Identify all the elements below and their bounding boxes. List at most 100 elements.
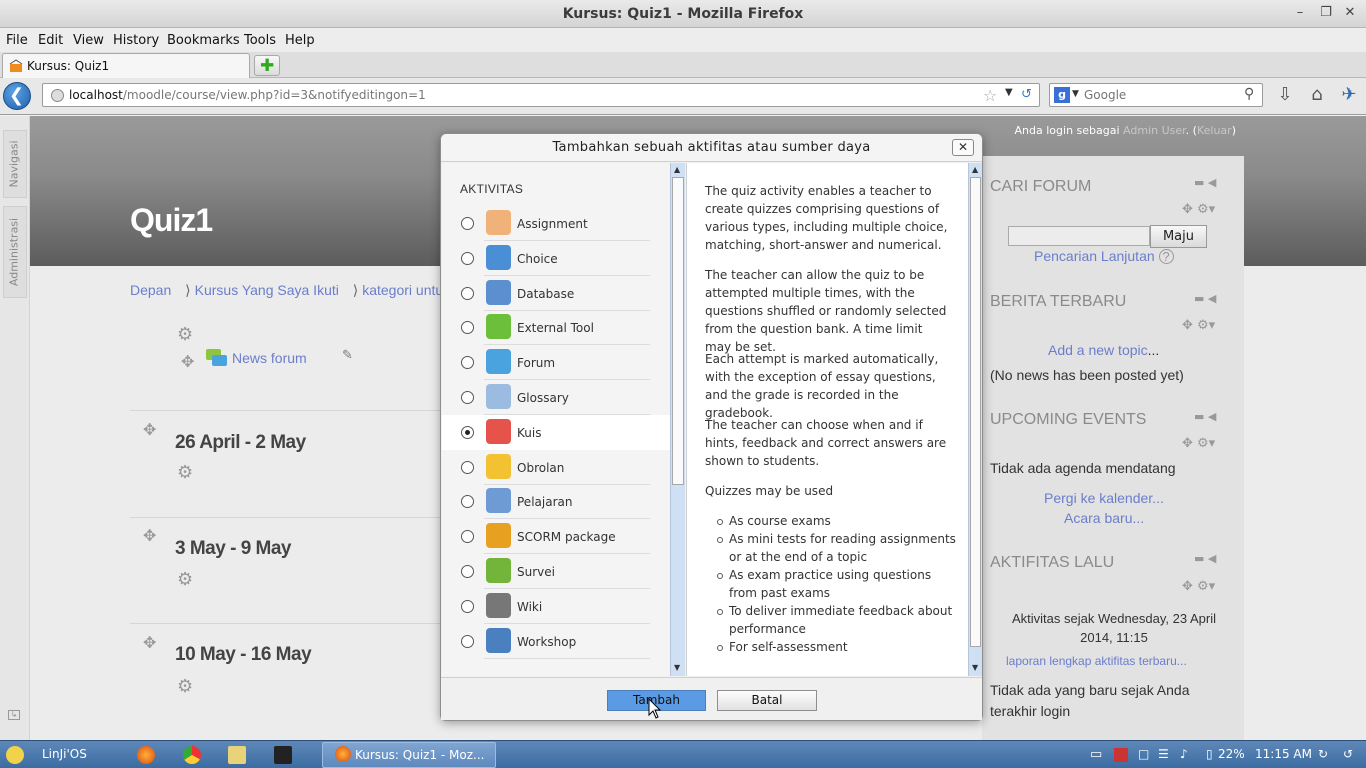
search-bar[interactable]: g ▼ ⚲ xyxy=(1049,83,1263,107)
activity-option-choice[interactable]: Choice xyxy=(442,241,671,276)
activity-radio[interactable] xyxy=(461,286,474,300)
scroll-down-icon[interactable]: ▼ xyxy=(674,663,680,672)
cancel-button[interactable]: Batal xyxy=(717,690,817,711)
breadcrumb-home[interactable]: Depan xyxy=(130,282,171,298)
scroll-down-icon[interactable]: ▼ xyxy=(972,663,978,672)
block-move-gear-icon[interactable]: ✥ ⚙▾ xyxy=(1182,202,1215,217)
scroll-up-icon[interactable]: ▲ xyxy=(674,165,680,174)
activity-radio[interactable] xyxy=(461,425,474,439)
logout-link[interactable]: Keluar xyxy=(1197,124,1232,137)
advanced-search-link[interactable]: Pencarian Lanjutan ? xyxy=(1034,248,1174,264)
downloads-icon[interactable]: ⇩ xyxy=(1273,84,1297,108)
tab-kursus-quiz1[interactable]: Kursus: Quiz1 xyxy=(2,53,250,78)
new-tab-button[interactable]: ✚ xyxy=(254,55,280,76)
tray-update-icon[interactable]: ↻ xyxy=(1318,747,1328,761)
activity-radio[interactable] xyxy=(461,356,474,370)
url-bar[interactable]: localhost/moodle/course/view.php?id=3&no… xyxy=(42,83,1040,107)
activity-radio[interactable] xyxy=(461,321,474,335)
scrollbar-thumb[interactable] xyxy=(672,177,684,485)
terminal-launcher-icon[interactable] xyxy=(274,746,292,764)
activity-option-pelajaran[interactable]: Pelajaran xyxy=(442,484,671,520)
menu-help[interactable]: Help xyxy=(285,33,315,48)
activity-radio[interactable] xyxy=(461,391,474,404)
engine-dropdown-icon[interactable]: ▼ xyxy=(1072,89,1079,99)
tray-power-icon[interactable]: ↺ xyxy=(1343,747,1353,761)
google-engine-icon[interactable]: g xyxy=(1054,87,1070,103)
addon-icon[interactable]: ✈ xyxy=(1337,84,1361,108)
menu-view[interactable]: View xyxy=(73,33,104,48)
site-identity-icon[interactable] xyxy=(51,89,64,102)
breadcrumb-category[interactable]: kategori untuk xyxy=(362,282,450,298)
restore-icon[interactable]: ❐ xyxy=(1316,4,1336,22)
activity-radio[interactable] xyxy=(461,495,474,509)
activity-list-scrollbar[interactable]: ▲ ▼ xyxy=(670,163,685,676)
edit-pencil-icon[interactable]: ✎ xyxy=(342,348,353,363)
block-hide-icon[interactable]: ▬ ◀ xyxy=(1194,292,1216,305)
start-menu-icon[interactable] xyxy=(6,746,24,764)
activity-radio[interactable] xyxy=(461,634,474,648)
move-icon[interactable]: ✥ xyxy=(143,420,156,439)
home-icon[interactable]: ⌂ xyxy=(1305,84,1329,108)
activity-option-forum[interactable]: Forum xyxy=(442,345,671,381)
tray-wifi-icon[interactable]: ☰ xyxy=(1158,747,1169,761)
activity-option-external-tool[interactable]: External Tool xyxy=(442,310,671,346)
activity-radio[interactable] xyxy=(461,217,474,230)
dock-tab-navigasi[interactable]: Navigasi xyxy=(3,130,27,198)
menu-tools[interactable]: Tools xyxy=(244,33,276,48)
block-hide-icon[interactable]: ▬ ◀ xyxy=(1194,552,1216,565)
scrollbar-thumb[interactable] xyxy=(970,177,981,647)
section-gear-icon[interactable]: ⚙ xyxy=(177,462,193,483)
tray-clipboard-icon[interactable]: □ xyxy=(1138,747,1149,761)
start-label[interactable]: LinJi'OS xyxy=(42,747,87,761)
menu-bookmarks[interactable]: Bookmarks xyxy=(167,33,240,48)
activity-radio[interactable] xyxy=(461,251,474,265)
activity-radio[interactable] xyxy=(461,565,474,578)
activity-option-wiki[interactable]: Wiki xyxy=(442,589,671,624)
move-icon[interactable]: ✥ xyxy=(181,352,194,371)
login-user-link[interactable]: Admin User xyxy=(1123,124,1186,137)
description-scrollbar[interactable]: ▲ ▼ xyxy=(968,163,982,676)
taskbar-window-firefox[interactable]: Kursus: Quiz1 - Moz... xyxy=(322,742,496,768)
activity-option-scorm-package[interactable]: SCORM package xyxy=(442,519,671,555)
forum-search-button[interactable]: Maju xyxy=(1150,225,1207,248)
minimize-icon[interactable]: – xyxy=(1290,4,1310,22)
activity-option-assignment[interactable]: Assignment xyxy=(442,206,671,241)
tray-display-icon[interactable]: ▭ xyxy=(1090,747,1102,762)
back-button[interactable]: ❮ xyxy=(3,82,31,110)
section-gear-icon[interactable]: ⚙ xyxy=(177,324,193,345)
activity-radio[interactable] xyxy=(461,530,474,544)
section-gear-icon[interactable]: ⚙ xyxy=(177,569,193,590)
search-icon[interactable]: ⚲ xyxy=(1244,86,1254,102)
new-event-link[interactable]: Acara baru... xyxy=(1064,510,1144,526)
activity-radio[interactable] xyxy=(461,599,474,613)
block-move-gear-icon[interactable]: ✥ ⚙▾ xyxy=(1182,436,1215,451)
files-launcher-icon[interactable] xyxy=(228,746,246,764)
url-text[interactable]: localhost/moodle/course/view.php?id=3&no… xyxy=(69,88,426,102)
help-icon[interactable]: ? xyxy=(1158,249,1174,264)
scroll-up-icon[interactable]: ▲ xyxy=(972,165,978,174)
move-icon[interactable]: ✥ xyxy=(143,633,156,652)
dock-toggle-icon[interactable]: ↳ xyxy=(8,710,20,720)
url-dropdown-icon[interactable]: ▼ xyxy=(1005,87,1013,98)
activity-radio[interactable] xyxy=(461,460,474,474)
menu-file[interactable]: File xyxy=(6,33,28,48)
menu-history[interactable]: History xyxy=(113,33,159,48)
bookmark-star-icon[interactable]: ☆ xyxy=(983,86,997,105)
tray-volume-icon[interactable]: ♪ xyxy=(1180,747,1188,761)
section-gear-icon[interactable]: ⚙ xyxy=(177,676,193,697)
menu-edit[interactable]: Edit xyxy=(38,33,63,48)
block-hide-icon[interactable]: ▬ ◀ xyxy=(1194,176,1216,189)
dock-tab-administrasi[interactable]: Administrasi xyxy=(3,206,27,298)
activity-option-obrolan[interactable]: Obrolan xyxy=(442,450,671,485)
firefox-launcher-icon[interactable] xyxy=(137,746,155,764)
tray-battery-icon[interactable]: ▯ xyxy=(1206,747,1213,761)
activity-option-workshop[interactable]: Workshop xyxy=(442,624,671,659)
block-hide-icon[interactable]: ▬ ◀ xyxy=(1194,410,1216,423)
news-forum-link[interactable]: News forum xyxy=(232,350,307,366)
go-to-calendar-link[interactable]: Pergi ke kalender... xyxy=(1044,490,1164,506)
dialog-close-button[interactable]: ✕ xyxy=(952,139,974,156)
forum-search-input[interactable] xyxy=(1008,226,1150,246)
move-icon[interactable]: ✥ xyxy=(143,526,156,545)
search-input[interactable] xyxy=(1084,87,1234,103)
clock[interactable]: 11:15 AM xyxy=(1255,747,1312,761)
